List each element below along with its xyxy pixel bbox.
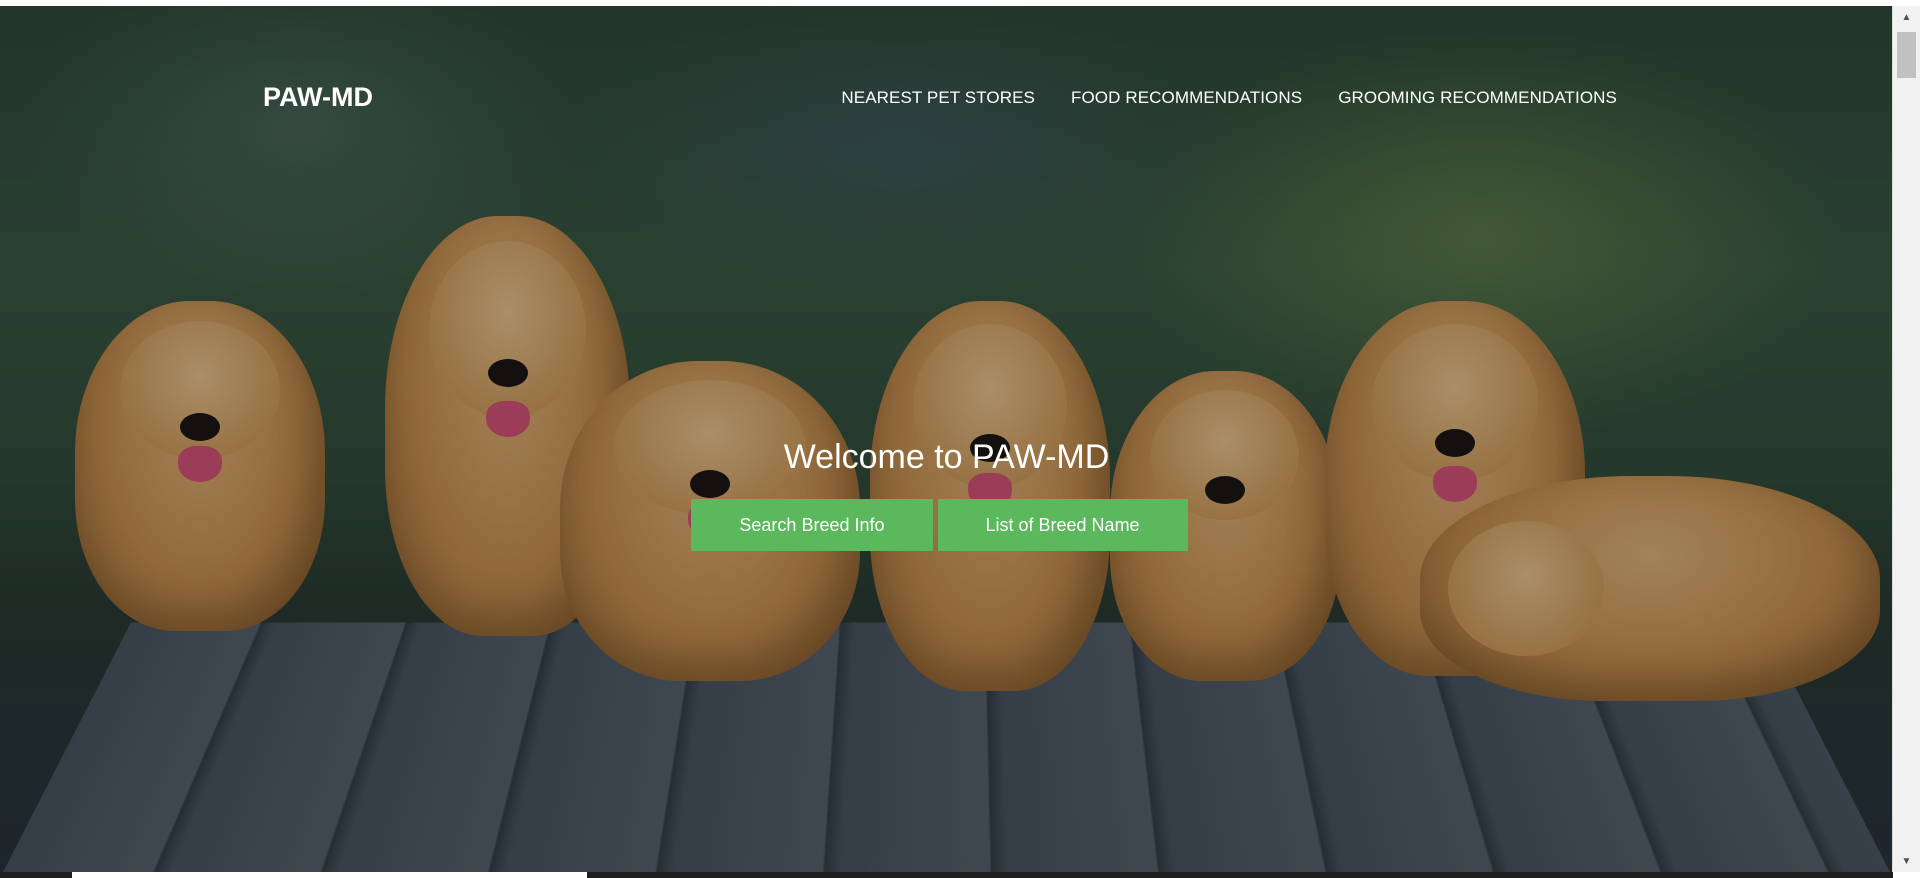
nav-link-grooming-recommendations[interactable]: GROOMING RECOMMENDATIONS (1338, 88, 1617, 108)
page-viewport: PAW-MD NEAREST PET STORES FOOD RECOMMEND… (0, 6, 1893, 878)
search-breed-info-button[interactable]: Search Breed Info (691, 499, 933, 551)
nav-links: NEAREST PET STORES FOOD RECOMMENDATIONS … (841, 88, 1617, 108)
nav-link-nearest-pet-stores[interactable]: NEAREST PET STORES (841, 88, 1035, 108)
horizontal-scrollbar[interactable] (0, 872, 1893, 878)
scroll-up-arrow-icon[interactable]: ▲ (1893, 6, 1920, 28)
horizontal-scrollbar-thumb[interactable] (72, 872, 587, 878)
list-of-breed-name-button[interactable]: List of Breed Name (937, 499, 1188, 551)
brand-logo-link[interactable]: PAW-MD (263, 82, 373, 113)
hero-buttons: Search Breed Info List of Breed Name (0, 499, 1893, 551)
scroll-down-arrow-icon[interactable]: ▼ (1893, 850, 1920, 872)
vertical-scrollbar[interactable]: ▲ ▼ (1892, 6, 1920, 872)
vertical-scrollbar-thumb[interactable] (1897, 32, 1916, 78)
hero-title: Welcome to PAW-MD (783, 438, 1110, 476)
nav-link-food-recommendations[interactable]: FOOD RECOMMENDATIONS (1071, 88, 1302, 108)
top-navbar: PAW-MD NEAREST PET STORES FOOD RECOMMEND… (0, 6, 1893, 156)
hero-content: Welcome to PAW-MD Search Breed Info List… (0, 438, 1893, 551)
